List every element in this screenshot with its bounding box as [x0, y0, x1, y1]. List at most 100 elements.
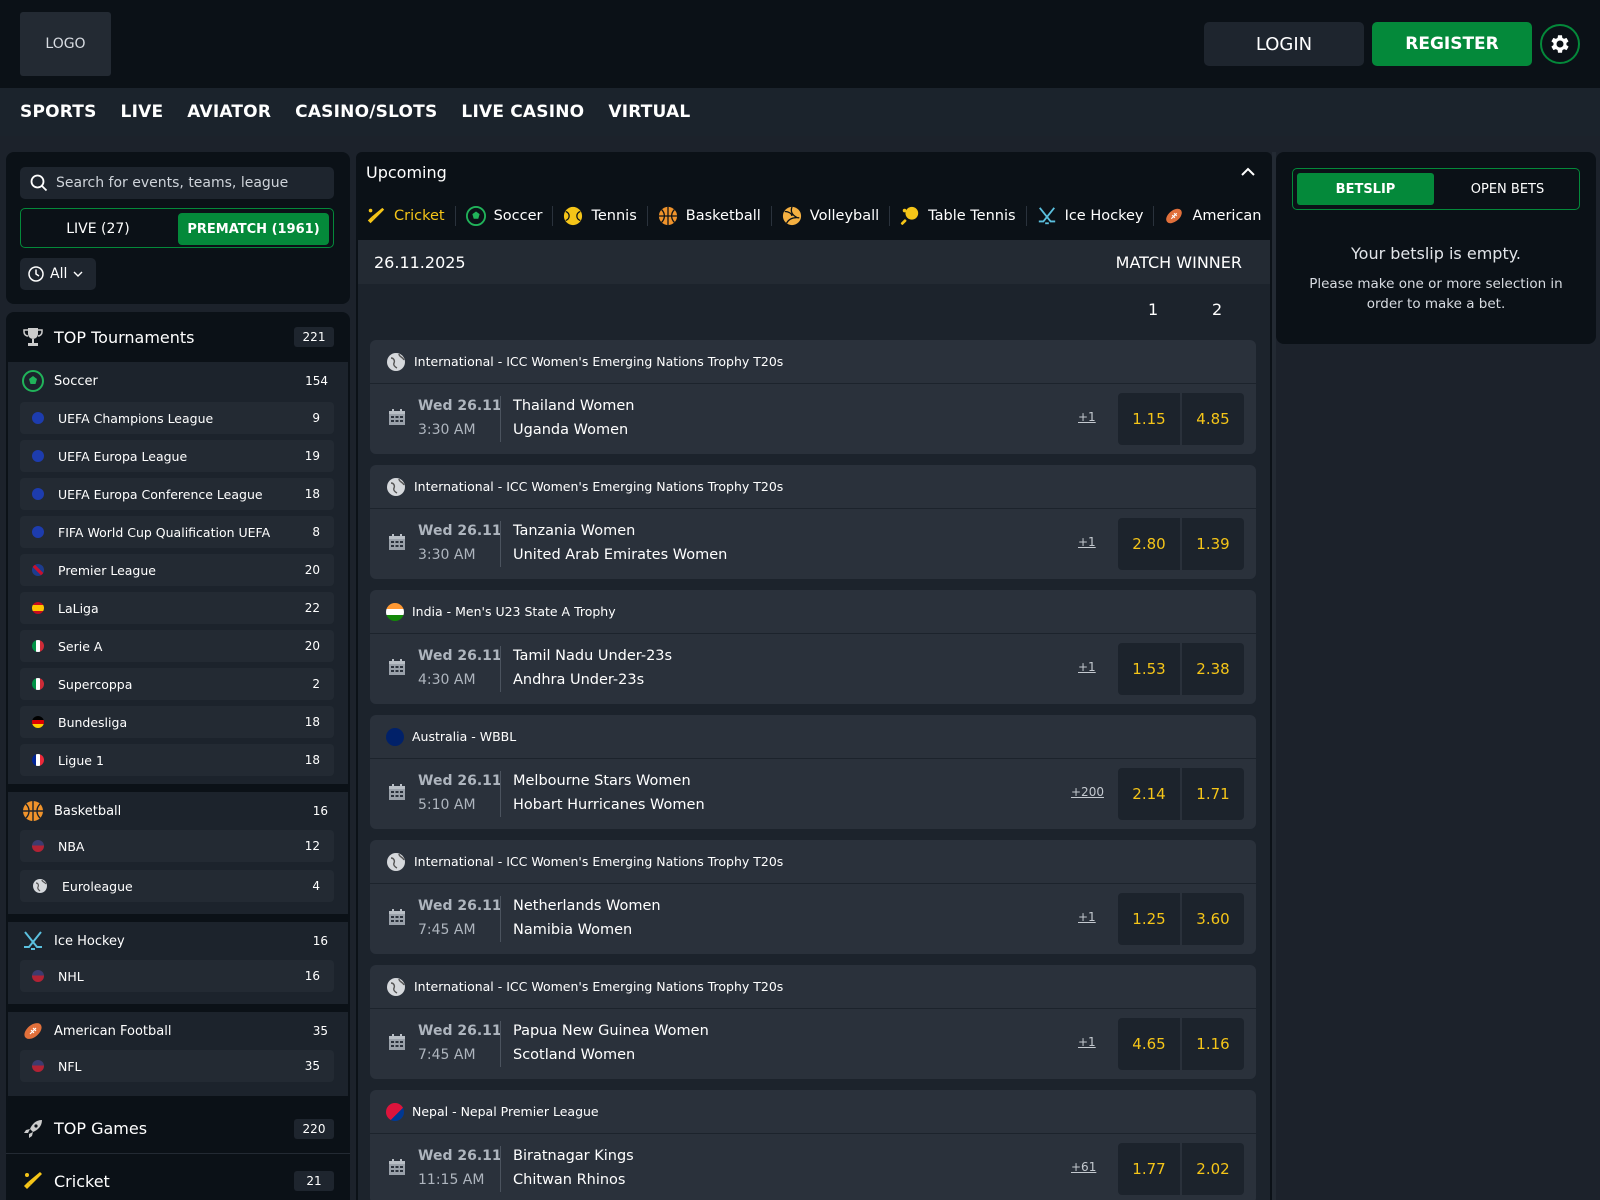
event-card[interactable]: India - Men's U23 State A Trophy Wed 26.1…	[370, 590, 1256, 704]
search-input[interactable]: Search for events, teams, league	[20, 167, 334, 199]
league-item[interactable]: Supercoppa 2	[20, 668, 334, 700]
open-bets-tab[interactable]: OPEN BETS	[1439, 173, 1576, 205]
away-team[interactable]: United Arab Emirates Women	[513, 547, 727, 563]
more-markets-link[interactable]: +1	[1078, 535, 1096, 549]
nav-live[interactable]: LIVE	[121, 102, 164, 122]
tab-tennis[interactable]: Tennis	[553, 206, 648, 226]
live-tab[interactable]: LIVE (27)	[23, 213, 173, 245]
league-item[interactable]: Premier League 20	[20, 554, 334, 586]
odd-button-2[interactable]: 2.38	[1182, 643, 1244, 695]
league-item[interactable]: Serie A 20	[20, 630, 334, 662]
league-item[interactable]: Euroleague 4	[20, 870, 334, 902]
league-item[interactable]: UEFA Champions League 9	[20, 402, 334, 434]
league-item[interactable]: NHL 16	[20, 960, 334, 992]
league-item[interactable]: NFL 35	[20, 1050, 334, 1082]
login-button[interactable]: LOGIN	[1204, 22, 1364, 66]
sport-header-ice-hockey[interactable]: Ice Hockey 16	[8, 922, 348, 960]
tab-ice-hockey[interactable]: Ice Hockey	[1027, 206, 1155, 226]
odd-button-1[interactable]: 2.80	[1118, 518, 1180, 570]
odd-button-1[interactable]: 1.25	[1118, 893, 1180, 945]
home-team[interactable]: Tamil Nadu Under-23s	[513, 648, 672, 664]
odd-button-2[interactable]: 1.39	[1182, 518, 1244, 570]
chevron-up-icon[interactable]	[1240, 164, 1256, 180]
home-team[interactable]: Thailand Women	[513, 398, 634, 414]
nav-aviator[interactable]: AVIATOR	[187, 102, 271, 122]
event-card[interactable]: International - ICC Women's Emerging Nat…	[370, 340, 1256, 454]
odd-button-1[interactable]: 1.53	[1118, 643, 1180, 695]
home-team[interactable]: Tanzania Women	[513, 523, 635, 539]
tab-basketball[interactable]: Basketball	[648, 206, 772, 226]
tab-volleyball[interactable]: Volleyball	[772, 206, 891, 226]
league-item[interactable]: UEFA Europa League 19	[20, 440, 334, 472]
upcoming-header[interactable]: Upcoming	[356, 152, 1272, 192]
ice-hockey-icon	[1038, 207, 1055, 225]
us-flag-icon	[32, 970, 44, 982]
nav-virtual[interactable]: VIRTUAL	[608, 102, 690, 122]
more-markets-link[interactable]: +1	[1078, 410, 1096, 424]
time-filter-select[interactable]: All	[20, 258, 96, 290]
league-item[interactable]: NBA 12	[20, 830, 334, 862]
logo[interactable]: LOGO	[20, 12, 111, 76]
event-league-row[interactable]: International - ICC Women's Emerging Nat…	[370, 340, 1256, 384]
away-team[interactable]: Scotland Women	[513, 1047, 635, 1063]
date-bar: 26.11.2025 MATCH WINNER	[358, 240, 1270, 284]
nav-casino-slots[interactable]: CASINO/SLOTS	[295, 102, 437, 122]
event-league-row[interactable]: International - ICC Women's Emerging Nat…	[370, 965, 1256, 1009]
betslip-tab[interactable]: BETSLIP	[1297, 173, 1434, 205]
event-card[interactable]: Nepal - Nepal Premier League Wed 26.11 11:…	[370, 1090, 1256, 1200]
home-team[interactable]: Papua New Guinea Women	[513, 1023, 709, 1039]
register-button[interactable]: REGISTER	[1372, 22, 1532, 66]
prematch-tab[interactable]: PREMATCH (1961)	[178, 213, 329, 245]
more-markets-link[interactable]: +61	[1071, 1160, 1096, 1174]
home-team[interactable]: Melbourne Stars Women	[513, 773, 691, 789]
event-league-row[interactable]: Australia - WBBL	[370, 715, 1256, 759]
tab-cricket[interactable]: Cricket	[366, 206, 456, 226]
away-team[interactable]: Uganda Women	[513, 422, 628, 438]
away-team[interactable]: Namibia Women	[513, 922, 632, 938]
upcoming-title: Upcoming	[366, 162, 447, 182]
event-card[interactable]: International - ICC Women's Emerging Nat…	[370, 965, 1256, 1079]
odd-button-1[interactable]: 1.77	[1118, 1143, 1180, 1195]
sport-header-basketball[interactable]: Basketball 16	[8, 792, 348, 830]
nav-sports[interactable]: SPORTS	[20, 102, 97, 122]
odd-button-2[interactable]: 1.16	[1182, 1018, 1244, 1070]
event-league-row[interactable]: Nepal - Nepal Premier League	[370, 1090, 1256, 1134]
odd-button-2[interactable]: 4.85	[1182, 393, 1244, 445]
home-team[interactable]: Biratnagar Kings	[513, 1148, 634, 1164]
away-team[interactable]: Andhra Under-23s	[513, 672, 644, 688]
odd-button-1[interactable]: 4.65	[1118, 1018, 1180, 1070]
event-league-row[interactable]: India - Men's U23 State A Trophy	[370, 590, 1256, 634]
event-card[interactable]: Australia - WBBL Wed 26.11 5:10 AM Melbourn…	[370, 715, 1256, 829]
top-tournaments-header[interactable]: TOP Tournaments 221	[6, 312, 350, 362]
away-team[interactable]: Hobart Hurricanes Women	[513, 797, 705, 813]
odd-button-2[interactable]: 3.60	[1182, 893, 1244, 945]
more-markets-link[interactable]: +1	[1078, 1035, 1096, 1049]
sport-header-american-football[interactable]: American Football 35	[8, 1012, 348, 1050]
more-markets-link[interactable]: +1	[1078, 910, 1096, 924]
event-league-row[interactable]: International - ICC Women's Emerging Nat…	[370, 465, 1256, 509]
nav-live-casino[interactable]: LIVE CASINO	[461, 102, 584, 122]
tab-american-football[interactable]: American	[1154, 206, 1271, 226]
odd-button-2[interactable]: 2.02	[1182, 1143, 1244, 1195]
event-league-row[interactable]: International - ICC Women's Emerging Nat…	[370, 840, 1256, 884]
odd-button-1[interactable]: 2.14	[1118, 768, 1180, 820]
tab-soccer[interactable]: Soccer	[456, 206, 554, 226]
settings-button[interactable]	[1540, 24, 1580, 64]
event-card[interactable]: International - ICC Women's Emerging Nat…	[370, 840, 1256, 954]
top-games-header[interactable]: TOP Games 220	[6, 1104, 350, 1154]
odd-button-1[interactable]: 1.15	[1118, 393, 1180, 445]
sport-header-soccer[interactable]: Soccer 154	[8, 362, 348, 400]
event-card[interactable]: International - ICC Women's Emerging Nat…	[370, 465, 1256, 579]
league-item[interactable]: UEFA Europa Conference League 18	[20, 478, 334, 510]
league-item[interactable]: Ligue 1 18	[20, 744, 334, 776]
tab-table-tennis[interactable]: Table Tennis	[890, 206, 1027, 226]
cricket-header[interactable]: Cricket 21	[6, 1156, 350, 1200]
odd-button-2[interactable]: 1.71	[1182, 768, 1244, 820]
away-team[interactable]: Chitwan Rhinos	[513, 1172, 625, 1188]
home-team[interactable]: Netherlands Women	[513, 898, 661, 914]
more-markets-link[interactable]: +200	[1071, 785, 1104, 799]
more-markets-link[interactable]: +1	[1078, 660, 1096, 674]
league-item[interactable]: LaLiga 22	[20, 592, 334, 624]
league-item[interactable]: FIFA World Cup Qualification UEFA 8	[20, 516, 334, 548]
league-item[interactable]: Bundesliga 18	[20, 706, 334, 738]
